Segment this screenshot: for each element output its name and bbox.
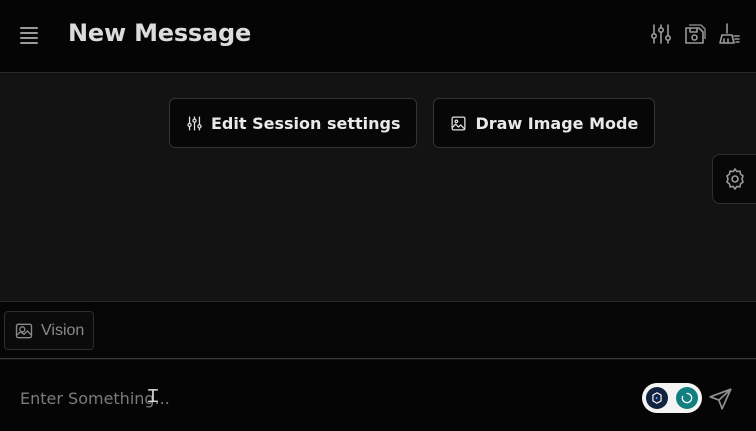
header-bar: New Message <box>0 0 756 73</box>
edit-session-settings-label: Edit Session settings <box>211 113 401 133</box>
vision-label: Vision <box>41 321 85 339</box>
attachments-bar: Vision <box>0 301 756 359</box>
vision-button[interactable]: Vision <box>4 311 95 350</box>
message-input[interactable] <box>20 386 620 410</box>
draw-image-mode-label: Draw Image Mode <box>475 113 639 133</box>
image-icon <box>451 115 466 131</box>
save-icon[interactable] <box>682 20 708 48</box>
message-area: Edit Session settings Draw Image Mode <box>0 74 756 301</box>
header-actions <box>648 20 742 48</box>
send-icon[interactable] <box>708 386 734 412</box>
menu-icon[interactable] <box>20 24 44 46</box>
sliders-icon <box>187 115 202 131</box>
broom-icon[interactable] <box>716 20 742 48</box>
app-window: New Message Edit Session settings Draw I… <box>0 0 756 431</box>
extension-toggle[interactable] <box>642 383 702 413</box>
gear-icon <box>725 168 744 190</box>
settings-side-tab[interactable] <box>712 154 756 204</box>
image-vision-icon <box>15 323 33 338</box>
extension-badge-icon <box>646 387 668 409</box>
composer-bar: Ɪ <box>0 360 756 431</box>
draw-image-mode-button[interactable]: Draw Image Mode <box>433 98 656 148</box>
sliders-icon[interactable] <box>648 20 674 48</box>
page-title: New Message <box>68 19 252 47</box>
edit-session-settings-button[interactable]: Edit Session settings <box>169 98 418 148</box>
loading-spinner-icon <box>676 387 698 409</box>
quick-actions: Edit Session settings Draw Image Mode <box>169 98 656 148</box>
